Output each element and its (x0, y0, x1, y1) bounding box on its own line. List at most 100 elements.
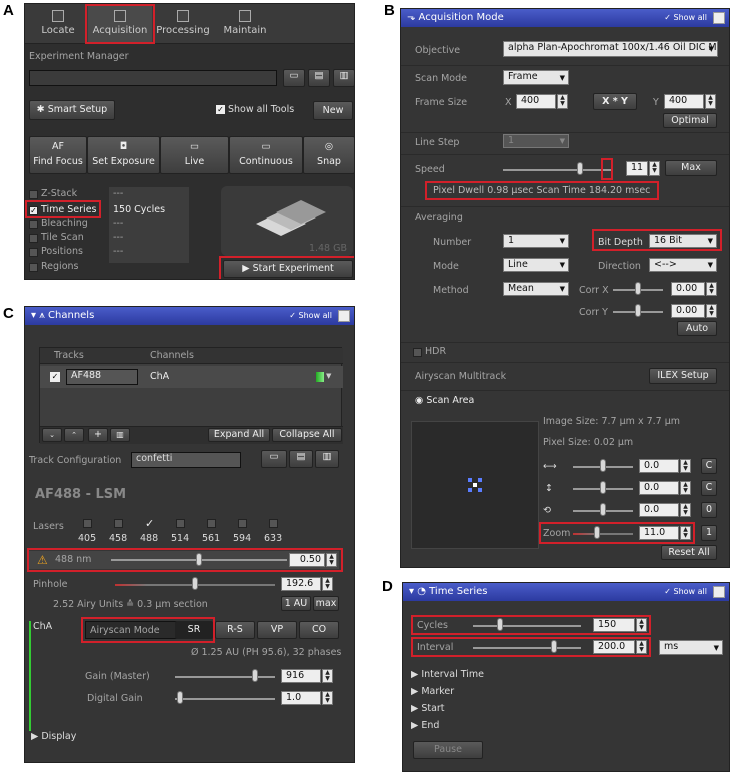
time-series-checkbox[interactable]: ✓ (29, 206, 38, 215)
experiment-name-field[interactable] (29, 70, 277, 86)
find-focus-button[interactable]: AF Find Focus (29, 136, 87, 174)
optimal-button[interactable]: Optimal (663, 113, 717, 128)
set-exposure-button[interactable]: ◘ Set Exposure (87, 136, 160, 174)
x-times-y-button[interactable]: X * Y (593, 93, 637, 110)
zoom-input[interactable]: 11.0 (639, 526, 679, 540)
tab-processing[interactable]: Processing (153, 4, 213, 42)
corr-x-stepper[interactable]: ▲ ▼ (706, 282, 717, 296)
cycles-slider-handle[interactable] (497, 618, 503, 631)
speed-slider-handle[interactable] (577, 162, 583, 175)
interval-input[interactable]: 200.0 (593, 640, 635, 654)
interval-stepper[interactable]: ▲ ▼ (636, 640, 647, 654)
averaging-method-dropdown[interactable]: Mean (503, 282, 569, 296)
bleaching-checkbox[interactable] (29, 220, 38, 229)
show-all-tools-checkbox[interactable]: ✓ (216, 105, 225, 114)
zoom-stepper[interactable]: ▲ ▼ (680, 526, 691, 540)
bit-depth-dropdown[interactable]: 16 Bit (649, 234, 717, 248)
track-name-field[interactable]: AF488 (66, 369, 138, 385)
frame-size-x-stepper[interactable]: ▲ ▼ (557, 94, 568, 109)
snap-button[interactable]: ◎ Snap (303, 136, 354, 174)
show-all-toggle[interactable]: ✓ Show all (289, 307, 332, 325)
frame-size-y-input[interactable]: 400 (664, 94, 704, 109)
offset-x-stepper[interactable]: ▲ ▼ (680, 459, 691, 473)
laser-power-slider-handle[interactable] (196, 553, 202, 566)
scan-area-section[interactable]: ◉ Scan Area (415, 395, 474, 406)
delete-config-button[interactable]: ▥ (315, 450, 339, 468)
delete-button[interactable]: ▥ (333, 69, 354, 87)
center-y-button[interactable]: C (701, 480, 717, 496)
scan-area-preview[interactable] (411, 421, 539, 549)
regions-checkbox[interactable] (29, 263, 38, 272)
new-button[interactable]: New (313, 101, 353, 120)
pin-icon[interactable] (338, 310, 350, 322)
gain-input[interactable]: 916 (281, 669, 321, 683)
reset-all-button[interactable]: Reset All (661, 545, 717, 560)
track-configuration-input[interactable]: confetti (131, 452, 241, 468)
max-pinhole-button[interactable]: max (313, 596, 339, 611)
laser-power-stepper[interactable]: ▲ ▼ (326, 553, 337, 567)
laser-power-input[interactable]: 0.50 (289, 553, 325, 567)
z-stack-checkbox[interactable] (29, 190, 38, 199)
remove-track-button[interactable]: ▥ (110, 428, 130, 442)
laser-488-checkbox[interactable]: ✓ (145, 518, 154, 529)
add-track-button[interactable]: + (88, 428, 108, 442)
mode-co-button[interactable]: CO (299, 621, 339, 639)
rotation-slider-handle[interactable] (600, 503, 606, 516)
mode-vp-button[interactable]: VP (257, 621, 297, 639)
averaging-number-dropdown[interactable]: 1 (503, 234, 569, 248)
ilex-setup-button[interactable]: ILEX Setup (649, 368, 717, 384)
digital-gain-input[interactable]: 1.0 (281, 691, 321, 705)
positions-checkbox[interactable] (29, 248, 38, 257)
open-config-button[interactable]: ▭ (261, 450, 287, 468)
max-speed-button[interactable]: Max (665, 160, 717, 176)
corr-y-input[interactable]: 0.00 (671, 304, 705, 318)
track-enabled-checkbox[interactable]: ✓ (50, 372, 60, 382)
start-section[interactable]: ▶ Start (411, 703, 445, 714)
cycles-input[interactable]: 150 (593, 618, 635, 632)
show-all-toggle[interactable]: ✓ Show all (664, 583, 707, 601)
live-button[interactable]: ▭ Live (160, 136, 229, 174)
direction-dropdown[interactable]: <--> (649, 258, 717, 272)
rotation-input[interactable]: 0.0 (639, 503, 679, 517)
continuous-button[interactable]: ▭ Continuous (229, 136, 303, 174)
laser-458-checkbox[interactable] (114, 519, 123, 528)
tile-scan-checkbox[interactable] (29, 234, 38, 243)
speed-input[interactable]: 11 (626, 161, 648, 176)
frame-size-y-stepper[interactable]: ▲ ▼ (705, 94, 716, 109)
mode-rs-button[interactable]: R-S (215, 621, 255, 639)
hdr-checkbox[interactable] (413, 348, 422, 357)
corr-x-slider-handle[interactable] (635, 282, 641, 295)
offset-y-stepper[interactable]: ▲ ▼ (680, 481, 691, 495)
offset-y-slider-handle[interactable] (600, 481, 606, 494)
corr-y-slider-handle[interactable] (635, 304, 641, 317)
marker-section[interactable]: ▶ Marker (411, 686, 454, 697)
offset-y-input[interactable]: 0.0 (639, 481, 679, 495)
channel-color-dropdown-icon[interactable]: ▼ (326, 372, 331, 380)
laser-633-checkbox[interactable] (269, 519, 278, 528)
scan-mode-dropdown[interactable]: Frame (503, 70, 569, 85)
laser-594-checkbox[interactable] (238, 519, 247, 528)
digital-gain-stepper[interactable]: ▲ ▼ (322, 691, 333, 705)
save-config-button[interactable]: ▤ (289, 450, 313, 468)
offset-x-input[interactable]: 0.0 (639, 459, 679, 473)
laser-514-checkbox[interactable] (176, 519, 185, 528)
pinhole-slider-handle[interactable] (192, 577, 198, 590)
open-folder-button[interactable]: ▭ (283, 69, 305, 87)
move-down-button[interactable]: ⌄ (42, 428, 62, 442)
pinhole-input[interactable]: 192.6 (281, 577, 321, 591)
corr-y-stepper[interactable]: ▲ ▼ (706, 304, 717, 318)
move-up-button[interactable]: ⌃ (64, 428, 84, 442)
one-au-button[interactable]: 1 AU (281, 596, 311, 611)
start-experiment-button[interactable]: ▶ Start Experiment (223, 260, 353, 278)
gain-slider-handle[interactable] (252, 669, 258, 682)
gain-stepper[interactable]: ▲ ▼ (322, 669, 333, 683)
digital-gain-slider-handle[interactable] (177, 691, 183, 704)
reset-rotation-button[interactable]: 0 (701, 502, 717, 518)
zoom-slider-handle[interactable] (594, 526, 600, 539)
center-x-button[interactable]: C (701, 458, 717, 474)
display-section[interactable]: ▶ Display (31, 731, 76, 742)
laser-405-checkbox[interactable] (83, 519, 92, 528)
smart-setup-button[interactable]: ✱ Smart Setup (29, 100, 115, 120)
save-button[interactable]: ▤ (308, 69, 330, 87)
frame-size-x-input[interactable]: 400 (516, 94, 556, 109)
